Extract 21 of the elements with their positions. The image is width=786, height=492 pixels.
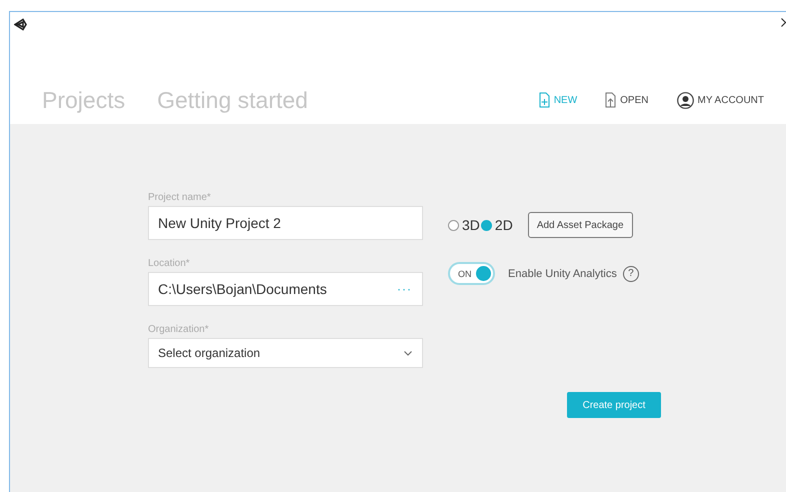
input-field[interactable]: New Unity Project 2 <box>148 206 423 240</box>
radio-label: 2D <box>494 217 513 233</box>
field-label: Location* <box>148 258 191 269</box>
help-icon[interactable]: ? <box>622 266 639 282</box>
file-arrow-icon <box>605 92 616 108</box>
account-icon <box>676 92 694 108</box>
account-button[interactable]: MY ACCOUNT <box>676 92 764 108</box>
input-field[interactable]: C:\Users\Bojan\Documents ··· <box>148 272 423 306</box>
field-label: Project name* <box>148 192 212 203</box>
add-asset-package-button[interactable]: Add Asset Package <box>528 212 633 238</box>
new-file-icon <box>538 92 550 108</box>
radio-button[interactable] <box>448 220 459 230</box>
toggle-switch[interactable]: ON <box>448 262 495 285</box>
radio-button[interactable] <box>480 220 492 230</box>
field-label: Organization* <box>148 324 210 335</box>
analytics-label: Enable Unity Analytics <box>508 268 617 280</box>
open-button[interactable]: OPEN <box>605 92 648 108</box>
radio-label: 3D <box>462 217 480 233</box>
logo-icon <box>14 18 27 31</box>
organization-dropdown[interactable]: Select organization <box>148 338 423 368</box>
chevron-down-icon <box>404 350 412 356</box>
